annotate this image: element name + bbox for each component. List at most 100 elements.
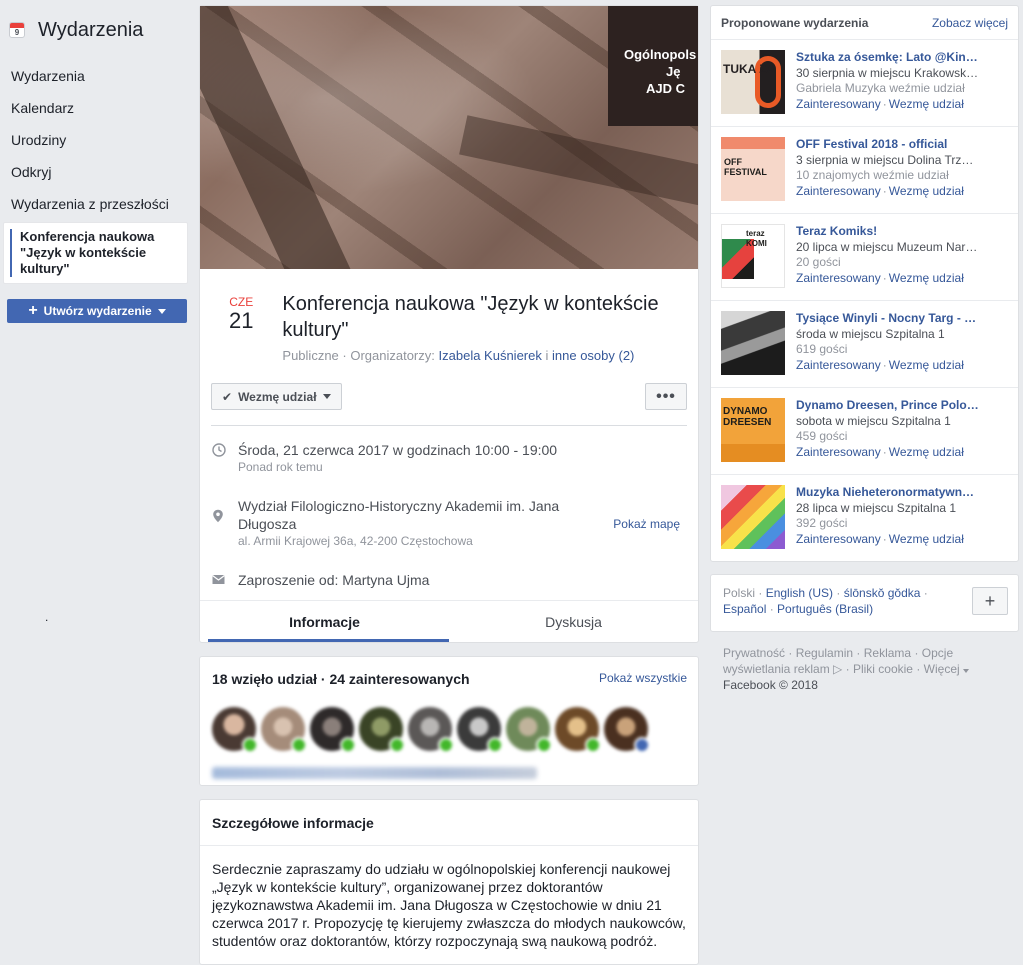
tab-info[interactable]: Informacje bbox=[200, 601, 449, 642]
organizers-label: Organizatorzy: bbox=[350, 348, 435, 363]
avatar[interactable] bbox=[359, 707, 405, 753]
cover-text: Ogólnopols Ję AJD C bbox=[624, 47, 696, 96]
add-language-button[interactable]: + bbox=[972, 587, 1008, 615]
suggested-event-title[interactable]: Dynamo Dreesen, Prince Polo… bbox=[796, 398, 1008, 414]
organizer-link[interactable]: Izabela Kuśnierek bbox=[439, 348, 542, 363]
blurred-attendee-names bbox=[212, 767, 537, 779]
event-tabs: Informacje Dyskusja bbox=[200, 600, 698, 642]
avatar[interactable] bbox=[261, 707, 307, 753]
footer-link-terms[interactable]: Regulamin bbox=[796, 646, 853, 660]
event-title: Konferencja naukowa "Język w kontekście … bbox=[282, 293, 659, 341]
footer-link-cookies[interactable]: Pliki cookie bbox=[853, 662, 913, 676]
show-all-link[interactable]: Pokaż wszystkie bbox=[599, 671, 687, 687]
caret-down-icon bbox=[963, 669, 970, 673]
suggested-event-title[interactable]: OFF Festival 2018 - official bbox=[796, 137, 1008, 153]
tab-discussion[interactable]: Dyskusja bbox=[449, 601, 698, 642]
copyright: Facebook © 2018 bbox=[723, 678, 818, 692]
language-link[interactable]: Português (Brasil) bbox=[777, 602, 873, 616]
suggested-event-social: 20 gości bbox=[796, 255, 841, 269]
going-link[interactable]: Wezmę udział bbox=[889, 358, 964, 372]
privacy-label: Publiczne bbox=[282, 348, 339, 363]
event-place[interactable]: Wydział Filologiczno-Historyczny Akademi… bbox=[238, 497, 578, 533]
avatar[interactable] bbox=[457, 707, 503, 753]
going-link[interactable]: Wezmę udział bbox=[889, 445, 964, 459]
language-link[interactable]: ślōnskŏ gŏdka bbox=[844, 586, 921, 600]
more-options-button[interactable]: ••• bbox=[645, 383, 687, 410]
going-link[interactable]: Wezmę udział bbox=[889, 184, 964, 198]
event-card: Ogólnopols Ję AJD C CZE 21 Konferencja n… bbox=[199, 5, 699, 643]
caret-down-icon bbox=[322, 394, 331, 399]
going-link[interactable]: Wezmę udział bbox=[889, 271, 964, 285]
avatar[interactable] bbox=[506, 707, 552, 753]
suggested-event-when: 3 sierpnia w miejscu Dolina Trz… bbox=[796, 152, 974, 167]
footer-link-privacy[interactable]: Prywatność bbox=[723, 646, 785, 660]
divider bbox=[211, 425, 687, 426]
avatar[interactable] bbox=[408, 707, 454, 753]
sidebar-item-birthdays[interactable]: Urodziny bbox=[0, 124, 192, 156]
avatar[interactable] bbox=[212, 707, 258, 753]
event-thumbnail[interactable]: OFF FESTIVAL bbox=[721, 137, 785, 201]
sidebar-header[interactable]: 9 Wydarzenia bbox=[0, 0, 192, 60]
current-language: Polski bbox=[723, 586, 756, 600]
suggested-event-title[interactable]: Tysiące Winyli - Nocny Targ - … bbox=[796, 311, 1008, 327]
interested-link[interactable]: Zainteresowany bbox=[796, 532, 881, 546]
suggested-event-title[interactable]: Teraz Komiks! bbox=[796, 224, 1008, 240]
ad-choices-icon: ▷ bbox=[833, 662, 843, 676]
avatar[interactable] bbox=[604, 707, 650, 753]
create-event-button[interactable]: + Utwórz wydarzenie bbox=[7, 299, 187, 323]
location-pin-icon bbox=[212, 497, 238, 549]
sidebar-item-events[interactable]: Wydarzenia bbox=[0, 60, 192, 92]
going-button[interactable]: ✔ Wezmę udział bbox=[211, 383, 342, 410]
footer-link-more[interactable]: Więcej bbox=[924, 662, 960, 676]
avatar[interactable] bbox=[555, 707, 601, 753]
left-sidebar: 9 Wydarzenia Wydarzenia Kalendarz Urodzi… bbox=[0, 0, 192, 323]
sidebar-item-current-event[interactable]: Konferencja naukowa "Język w kontekście … bbox=[3, 222, 188, 284]
event-time-row: Środa, 21 czerwca 2017 w godzinach 10:00… bbox=[200, 441, 698, 475]
going-link[interactable]: Wezmę udział bbox=[889, 97, 964, 111]
suggested-event: teraz KOMI Teraz Komiks! 20 lipca w miej… bbox=[711, 214, 1018, 301]
suggested-event-title[interactable]: Sztuka za ósemkę: Lato @Kin… bbox=[796, 50, 1008, 66]
cover-decor bbox=[459, 115, 698, 217]
suggested-event-title[interactable]: Muzyka Nieheteronormatywn… bbox=[796, 485, 1008, 501]
event-cover-photo[interactable]: Ogólnopols Ję AJD C bbox=[200, 6, 698, 269]
details-heading: Szczegółowe informacje bbox=[200, 800, 698, 846]
event-header: CZE 21 Konferencja naukowa "Język w kont… bbox=[200, 269, 698, 363]
interested-link[interactable]: Zainteresowany bbox=[796, 271, 881, 285]
interested-link[interactable]: Zainteresowany bbox=[796, 184, 881, 198]
suggested-event: DYNAMO DREESEN Dynamo Dreesen, Prince Po… bbox=[711, 388, 1018, 475]
interested-link[interactable]: Zainteresowany bbox=[796, 97, 881, 111]
interested-link[interactable]: Zainteresowany bbox=[796, 445, 881, 459]
other-organizers-link[interactable]: inne osoby (2) bbox=[552, 348, 634, 363]
going-link[interactable]: Wezmę udział bbox=[889, 532, 964, 546]
event-thumbnail[interactable] bbox=[721, 485, 785, 549]
language-link[interactable]: Español bbox=[723, 602, 766, 616]
stray-dot: . bbox=[45, 610, 49, 624]
sidebar-item-past-events[interactable]: Wydarzenia z przeszłości bbox=[0, 188, 192, 220]
clock-icon bbox=[212, 441, 238, 475]
see-more-link[interactable]: Zobacz więcej bbox=[932, 16, 1008, 39]
event-place-row: Wydział Filologiczno-Historyczny Akademi… bbox=[200, 497, 698, 549]
suggested-events-card: Proponowane wydarzenia Zobacz więcej TUK… bbox=[710, 5, 1019, 562]
caret-down-icon bbox=[157, 308, 166, 314]
sidebar-item-calendar[interactable]: Kalendarz bbox=[0, 92, 192, 124]
sidebar-item-discover[interactable]: Odkryj bbox=[0, 156, 192, 188]
attendance-summary: 18 wzięło udział · 24 zainteresowanych bbox=[212, 671, 470, 687]
invite-text: Zaproszenie od: Martyna Ujma bbox=[238, 572, 430, 588]
event-thumbnail[interactable] bbox=[721, 311, 785, 375]
event-month: CZE bbox=[229, 295, 254, 309]
event-thumbnail[interactable]: DYNAMO DREESEN bbox=[721, 398, 785, 462]
sidebar-title: Wydarzenia bbox=[38, 18, 144, 41]
suggested-event-when: środa w miejscu Szpitalna 1 bbox=[796, 326, 945, 341]
event-thumbnail[interactable]: TUKA ZA bbox=[721, 50, 785, 114]
avatar[interactable] bbox=[310, 707, 356, 753]
attendance-card: 18 wzięło udział · 24 zainteresowanych P… bbox=[199, 656, 699, 786]
suggested-event-when: sobota w miejscu Szpitalna 1 bbox=[796, 413, 951, 428]
footer-link-ads[interactable]: Reklama bbox=[864, 646, 911, 660]
language-link[interactable]: English (US) bbox=[766, 586, 833, 600]
suggested-event: Tysiące Winyli - Nocny Targ - … środa w … bbox=[711, 301, 1018, 388]
suggested-event: Muzyka Nieheteronormatywn… 28 lipca w mi… bbox=[711, 475, 1018, 561]
show-map-link[interactable]: Pokaż mapę bbox=[613, 517, 680, 531]
envelope-icon bbox=[212, 571, 238, 589]
interested-link[interactable]: Zainteresowany bbox=[796, 358, 881, 372]
event-thumbnail[interactable]: teraz KOMI bbox=[721, 224, 785, 288]
